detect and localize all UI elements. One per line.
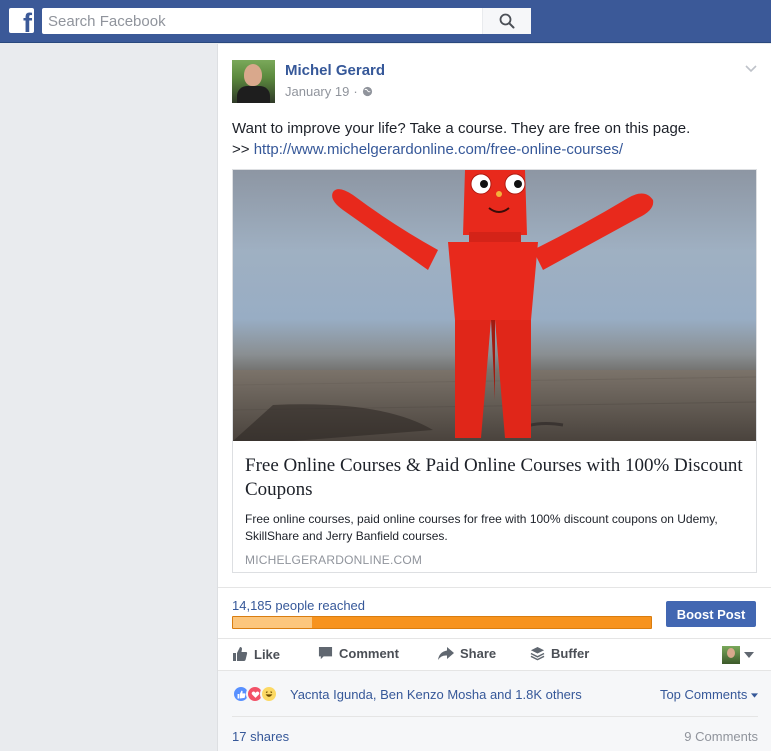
buffer-button[interactable]: Buffer [530,646,589,661]
left-panel [0,44,217,751]
divider [218,638,771,639]
search-icon [499,13,515,29]
link-domain: MICHELGERARDONLINE.COM [245,553,423,567]
shares-count[interactable]: 17 shares [232,729,289,744]
share-button[interactable]: Share [438,646,496,661]
logo-letter: f [23,8,32,34]
top-comments-label: Top Comments [659,687,748,702]
divider [218,587,771,588]
search-button[interactable] [482,8,531,34]
haha-reaction-icon [260,685,278,703]
share-icon [438,646,454,660]
reactors-text[interactable]: Yacnta Igunda, Ben Kenzo Mosha and 1.8K … [290,687,582,702]
chevron-down-icon[interactable] [745,62,757,74]
divider [232,716,758,717]
boost-post-button[interactable]: Boost Post [666,601,756,627]
post-text-prefix: >> [232,141,254,158]
buffer-label: Buffer [551,646,590,661]
engagement-section: Yacnta Igunda, Ben Kenzo Mosha and 1.8K … [218,670,771,751]
author-name[interactable]: Michel Gerard [285,62,385,79]
link-title[interactable]: Free Online Courses & Paid Online Course… [245,454,745,502]
reach-bar-organic-fill [233,617,313,628]
comment-label: Comment [339,646,399,661]
comment-icon [318,646,333,660]
thumbs-up-icon [233,647,248,661]
caret-down-icon [751,693,758,698]
post-text: Want to improve your life? Take a course… [232,118,762,160]
link-preview-image[interactable] [233,170,756,441]
buffer-stack-icon [530,646,545,661]
facebook-logo-icon[interactable]: f [9,8,34,33]
comment-button[interactable]: Comment [318,646,399,661]
post-link[interactable]: http://www.michelgerardonline.com/free-o… [254,141,623,158]
author-avatar[interactable] [232,60,275,103]
comments-count[interactable]: 9 Comments [684,729,758,744]
reach-label[interactable]: 14,185 people reached [232,598,365,613]
link-description: Free online courses, paid online courses… [245,512,718,543]
link-preview-card[interactable]: Free Online Courses & Paid Online Course… [232,169,757,573]
search-box [42,8,531,34]
action-bar: Like Comment Share Buffer [232,646,762,666]
post-date[interactable]: January 19 [285,84,349,99]
reaction-icons[interactable] [232,685,278,703]
like-label: Like [254,646,281,662]
like-button[interactable]: Like [232,646,280,662]
search-input[interactable] [42,8,482,34]
caret-down-icon[interactable] [744,652,754,658]
gumby-toy-image [233,170,756,441]
top-bar: f [0,0,771,43]
post-as-avatar[interactable] [722,646,740,664]
post-meta: January 19 · [285,84,373,99]
share-label: Share [460,646,497,661]
top-comments-dropdown[interactable]: Top Comments [660,687,758,702]
meta-separator: · [353,84,358,99]
post-card: Michel Gerard January 19 · Want to impro… [217,44,771,751]
globe-icon [362,86,372,97]
reach-bar [232,616,652,629]
post-text-line: Want to improve your life? Take a course… [232,120,691,137]
link-preview-body: Free Online Courses & Paid Online Course… [245,454,745,567]
